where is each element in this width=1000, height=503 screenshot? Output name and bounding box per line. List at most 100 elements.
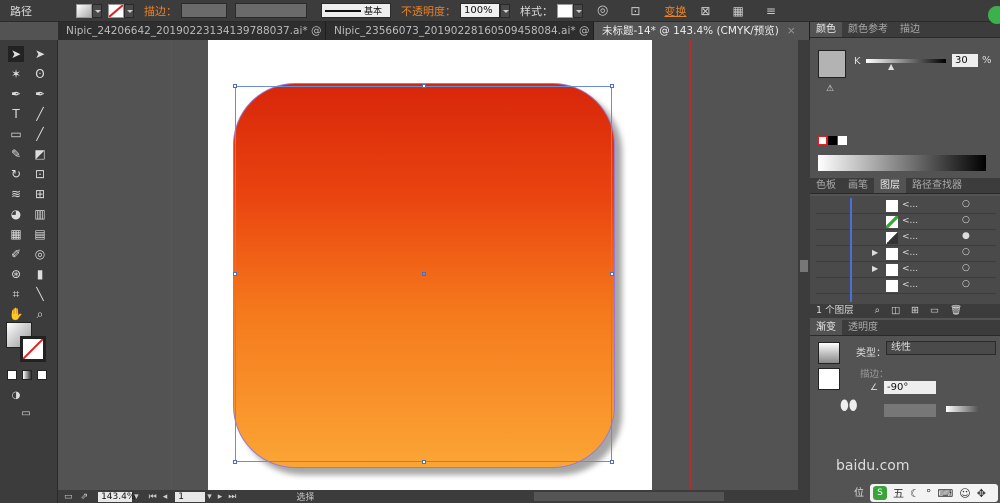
scroll-thumb[interactable] — [800, 260, 808, 272]
moon-icon[interactable]: ☾ — [910, 487, 920, 500]
last-artboard-icon[interactable]: ⏭ — [228, 492, 236, 502]
new-sublayer-icon[interactable]: ⊞ — [911, 305, 919, 316]
punctuation-icon[interactable]: ° — [926, 487, 932, 500]
style-dropdown[interactable] — [573, 3, 583, 18]
column-graph-icon[interactable]: ▮ — [32, 266, 48, 282]
sogou-icon[interactable]: S — [873, 486, 887, 500]
next-artboard-icon[interactable]: ▸ — [218, 492, 223, 502]
gradient-ramp[interactable] — [946, 406, 978, 412]
target-icon[interactable]: ○ — [962, 247, 970, 257]
hand-tool-icon[interactable]: ✋ — [8, 306, 24, 322]
target-icon[interactable]: ○ — [962, 199, 970, 209]
tab-color[interactable]: 颜色 — [810, 22, 842, 37]
recolor-icon[interactable]: ◎ — [597, 3, 608, 18]
transform-link[interactable]: 变换 — [664, 3, 686, 19]
zoom-tool-icon[interactable]: ⌕ — [32, 306, 48, 322]
layer-row[interactable]: <... ○ — [816, 198, 996, 214]
handle-bottom-right[interactable] — [610, 460, 614, 464]
opacity-field[interactable]: 100% — [460, 3, 500, 18]
stroke-label[interactable]: 描边： — [144, 3, 177, 19]
artboard-tool-icon[interactable]: ⌗ — [8, 286, 24, 302]
arrange-icon[interactable]: ▦ — [732, 4, 743, 18]
direct-selection-tool-icon[interactable]: ➤ — [32, 46, 48, 62]
tab-transparency[interactable]: 透明度 — [842, 320, 884, 335]
k-value-field[interactable]: 30 — [952, 54, 978, 67]
opacity-dropdown[interactable] — [500, 3, 510, 18]
warp-tool-icon[interactable]: ≋ — [8, 186, 24, 202]
close-icon[interactable]: × — [787, 25, 796, 37]
pen-tool-icon[interactable]: ✒ — [8, 86, 24, 102]
none-mode-icon[interactable] — [37, 370, 47, 380]
tab-pathfinder[interactable]: 路径查找器 — [906, 178, 968, 193]
curvature-tool-icon[interactable]: ✒ — [32, 86, 48, 102]
selection-tool-icon[interactable]: ➤ — [8, 46, 24, 62]
gradient-tool-icon[interactable]: ▤ — [32, 226, 48, 242]
handle-middle-right[interactable] — [610, 272, 614, 276]
tab-document-2[interactable]: Nipic_23566073_20190228160509458084.ai* … — [326, 22, 594, 40]
rotate-tool-icon[interactable]: ↻ — [8, 166, 24, 182]
stroke-dropdown[interactable] — [124, 3, 134, 18]
gradient-type-dropdown[interactable]: 线性 — [886, 341, 996, 355]
align-icon[interactable]: ⊡ — [630, 4, 640, 18]
export-icon[interactable]: ⇗ — [81, 492, 89, 502]
mesh-tool-icon[interactable]: ▦ — [8, 226, 24, 242]
none-swatch[interactable] — [818, 136, 827, 145]
canvas[interactable] — [58, 40, 798, 490]
handle-top-left[interactable] — [233, 84, 237, 88]
perspective-grid-icon[interactable]: ▥ — [32, 206, 48, 222]
handle-middle-left[interactable] — [233, 272, 237, 276]
target-icon[interactable]: ○ — [962, 263, 970, 273]
color-mode-icon[interactable] — [7, 370, 17, 380]
panel-menu-icon[interactable]: ≡ — [766, 4, 776, 18]
first-artboard-icon[interactable]: ⏮ — [149, 492, 157, 502]
target-icon[interactable]: ● — [962, 231, 970, 241]
tab-swatches[interactable]: 色板 — [810, 178, 842, 193]
clipping-mask-icon[interactable]: ◫ — [891, 305, 900, 316]
layer-row[interactable]: ▶ <... ○ — [816, 262, 996, 278]
stroke-weight-field[interactable] — [181, 3, 227, 18]
ime-mode[interactable]: 五 — [893, 485, 904, 501]
eraser-icon[interactable]: ◩ — [32, 146, 48, 162]
layer-row[interactable]: <... ○ — [816, 278, 996, 294]
slice-tool-icon[interactable]: ╲ — [32, 286, 48, 302]
gradient-slider[interactable] — [884, 404, 936, 417]
brush-profile-dropdown[interactable]: 基本 — [321, 3, 391, 18]
pencil-icon[interactable]: ✎ — [8, 146, 24, 162]
eyedropper-icon[interactable]: ✐ — [8, 246, 24, 262]
screen-mode-icon[interactable]: ▭ — [18, 406, 34, 422]
stroke-color-box[interactable] — [20, 336, 46, 362]
zoom-dropdown-icon[interactable]: ▾ — [134, 492, 139, 502]
color-spectrum-bar[interactable] — [818, 155, 986, 171]
draw-mode-icon[interactable]: ◑ — [8, 388, 24, 404]
layer-row[interactable]: <... ○ — [816, 214, 996, 230]
tab-layers[interactable]: 图层 — [874, 178, 906, 193]
scale-tool-icon[interactable]: ⊡ — [32, 166, 48, 182]
fill-dropdown[interactable] — [92, 3, 102, 18]
tab-brushes[interactable]: 画笔 — [842, 178, 874, 193]
handle-top-center[interactable] — [422, 84, 426, 88]
handle-center[interactable] — [422, 272, 426, 276]
tab-document-1[interactable]: Nipic_24206642_20190223134139788037.ai* … — [58, 22, 326, 40]
delete-layer-icon[interactable]: 🗑 — [950, 305, 962, 316]
page-field[interactable]: 1 — [175, 491, 206, 502]
lasso-icon[interactable]: ʘ — [32, 66, 48, 82]
layer-row[interactable]: <... ● — [816, 230, 996, 246]
style-swatch[interactable] — [557, 3, 573, 18]
white-swatch[interactable] — [838, 136, 847, 145]
shirt-icon[interactable]: ✥ — [977, 487, 986, 500]
artboard-nav-icon[interactable]: ▭ — [64, 492, 73, 502]
tab-document-3[interactable]: 未标题-14* @ 143.4% (CMYK/预览) × — [594, 22, 810, 40]
magic-wand-icon[interactable]: ✶ — [8, 66, 24, 82]
expand-arrow-icon[interactable]: ▶ — [872, 248, 878, 257]
handle-bottom-left[interactable] — [233, 460, 237, 464]
black-swatch[interactable] — [828, 136, 837, 145]
line-tool-icon[interactable]: ╱ — [32, 106, 48, 122]
handle-bottom-center[interactable] — [422, 460, 426, 464]
fill-swatch[interactable] — [76, 3, 92, 18]
target-icon[interactable]: ○ — [962, 215, 970, 225]
tab-gradient[interactable]: 渐变 — [810, 320, 842, 335]
color-preview-swatch[interactable] — [818, 50, 846, 78]
free-transform-icon[interactable]: ⊞ — [32, 186, 48, 202]
opacity-label[interactable]: 不透明度： — [401, 3, 456, 19]
paintbrush-icon[interactable]: ╱ — [32, 126, 48, 142]
